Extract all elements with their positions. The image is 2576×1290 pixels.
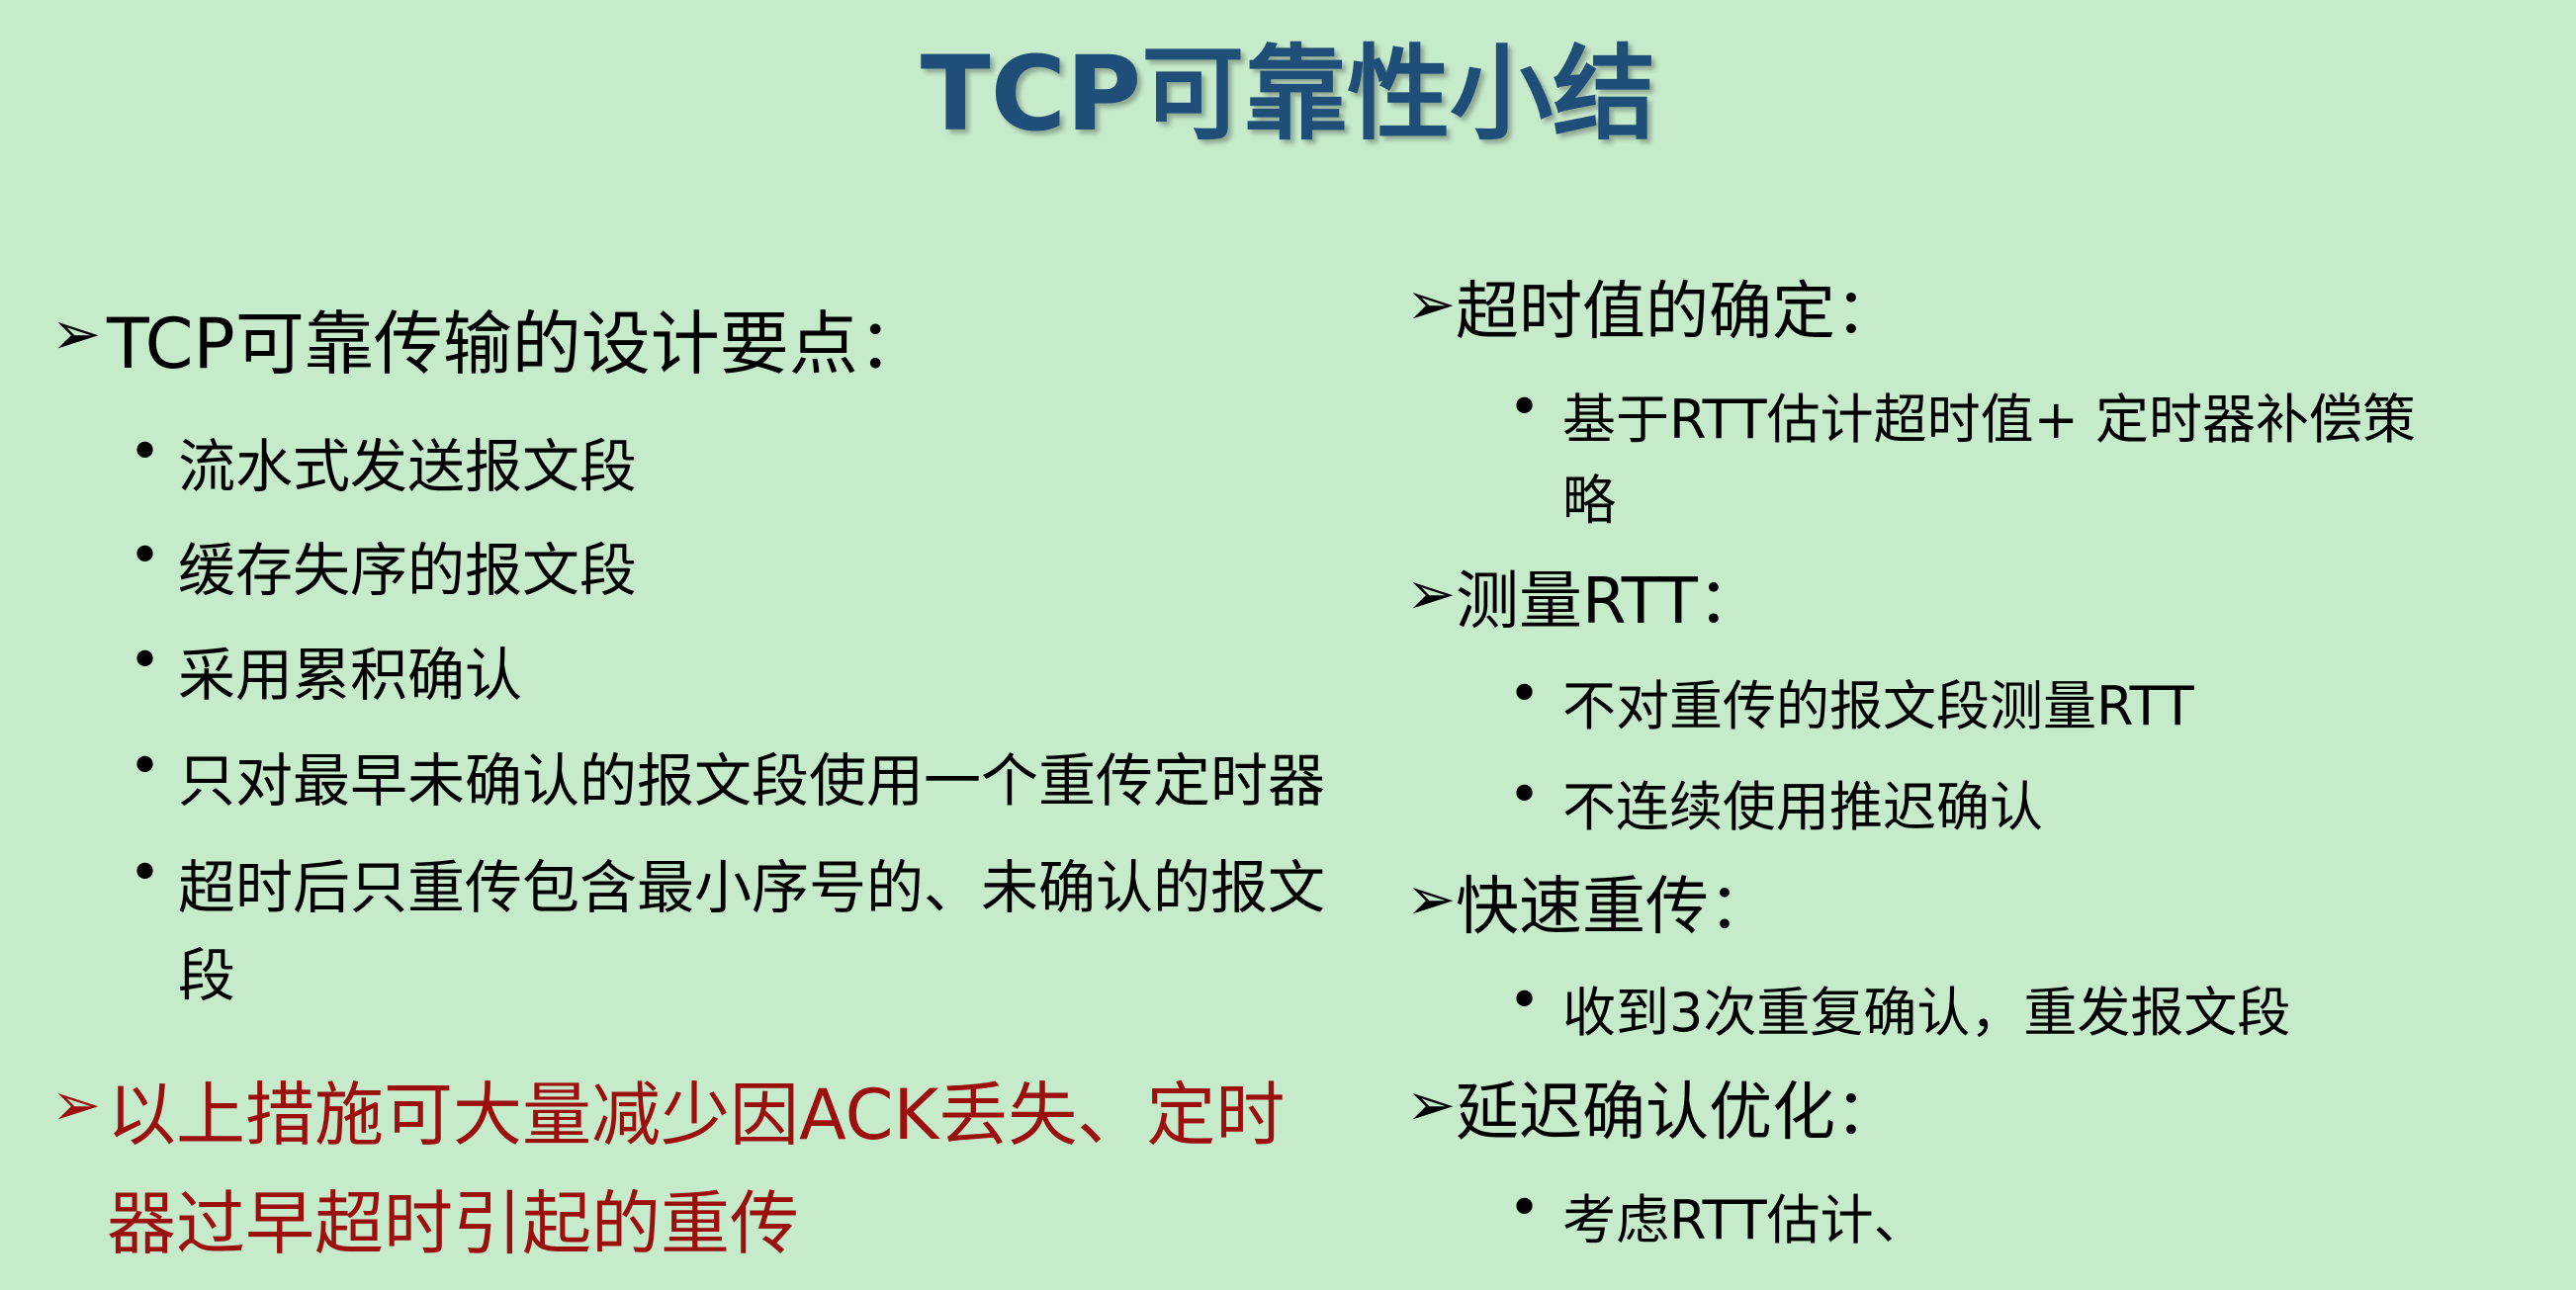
dot-bullet-icon: • (129, 524, 162, 588)
conclusion-line-1: 以上措施可大量减少因ACK丢失、定时 (107, 1075, 1286, 1156)
dot-bullet-icon: • (129, 734, 162, 799)
dot-bullet-icon: • (1508, 763, 1542, 827)
arrowhead-bullet-icon: ➢ (1406, 865, 1457, 934)
dot-bullet-icon: • (1508, 376, 1542, 440)
fast-retransmit-heading: 快速重传： (1456, 871, 1772, 944)
measure-rtt-heading: 测量RTT： (1456, 565, 1761, 639)
arrowhead-bullet-icon: ➢ (1406, 1071, 1457, 1140)
arrowhead-bullet-icon: ➢ (51, 300, 102, 369)
dot-bullet-icon: • (1508, 969, 1542, 1033)
dot-bullet-icon: • (1508, 662, 1542, 727)
delayed-ack-heading: 延迟确认优化： (1456, 1076, 1899, 1150)
arrowhead-bullet-icon: ➢ (51, 1071, 102, 1140)
arrowhead-bullet-icon: ➢ (1406, 270, 1457, 339)
dot-bullet-icon: • (1508, 1176, 1542, 1241)
timeout-heading: 超时值的确定： (1456, 276, 1899, 349)
arrowhead-bullet-icon: ➢ (1406, 559, 1457, 629)
slide-title: TCP可靠性小结 (920, 34, 1656, 154)
dot-bullet-icon: • (129, 841, 162, 905)
conclusion-line-2: 器过早超时引起的重传 (107, 1183, 799, 1264)
design-points-heading: TCP可靠传输的设计要点： (107, 303, 928, 385)
dot-bullet-icon: • (129, 420, 162, 484)
dot-bullet-icon: • (129, 629, 162, 693)
